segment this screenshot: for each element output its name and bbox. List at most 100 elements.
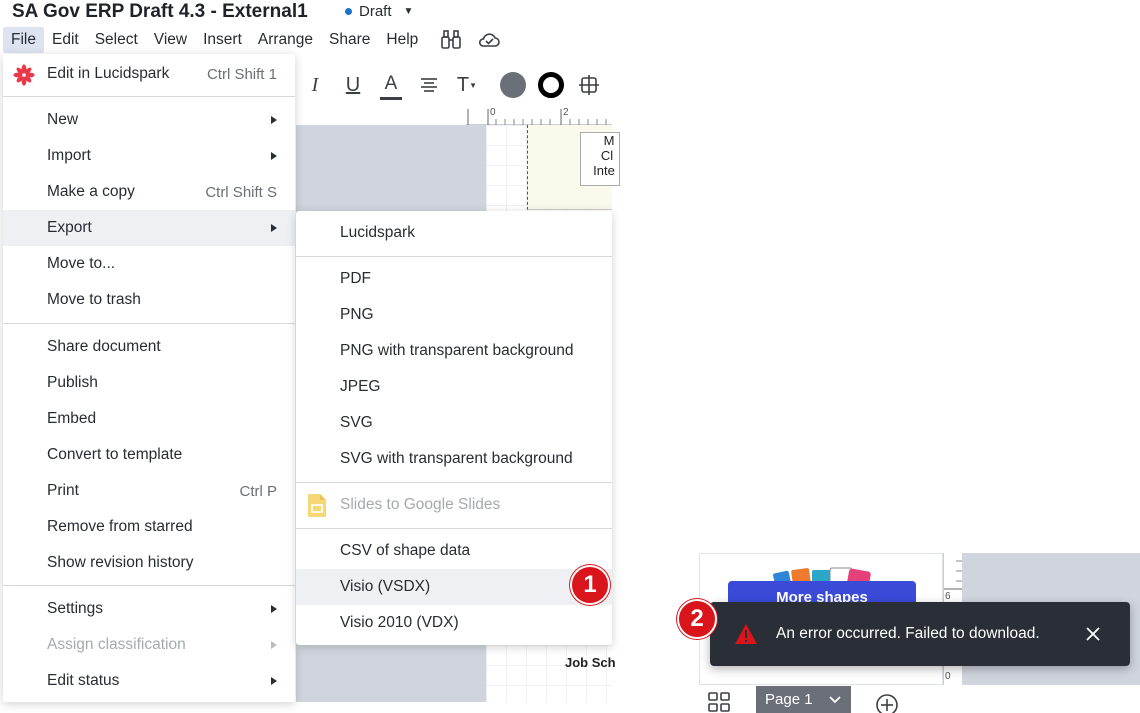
export-svg[interactable]: SVG bbox=[296, 405, 612, 441]
menu-insert[interactable]: Insert bbox=[195, 27, 250, 53]
align-button[interactable] bbox=[410, 67, 448, 103]
status-label: Draft bbox=[359, 3, 392, 20]
text-type-label: T bbox=[456, 73, 470, 96]
text-color-button[interactable]: A bbox=[380, 70, 402, 100]
file-menu-settings[interactable]: Settings bbox=[3, 591, 295, 627]
file-menu-convert-to-template[interactable]: Convert to template bbox=[3, 437, 295, 473]
export-png-transparent[interactable]: PNG with transparent background bbox=[296, 333, 612, 369]
page-grid-icon[interactable] bbox=[708, 692, 730, 712]
app-window: SA Gov ERP Draft 4.3 - External1 Draft ▼… bbox=[0, 0, 1140, 713]
menu-help[interactable]: Help bbox=[378, 27, 426, 53]
shape-text-line: M bbox=[603, 133, 615, 148]
menu-bar: File Edit Select View Insert Arrange Sha… bbox=[0, 26, 502, 54]
submenu-arrow-icon bbox=[271, 677, 277, 685]
menu-item-shortcut: Ctrl Shift 1 bbox=[206, 65, 277, 83]
horizontal-ruler: 0 2 bbox=[466, 107, 612, 125]
shape-text-line: Cl bbox=[600, 148, 614, 163]
toast-message: An error occurred. Failed to download. bbox=[776, 625, 1040, 642]
export-csv-shape-data[interactable]: CSV of shape data bbox=[296, 533, 612, 569]
chevron-down-icon: ▼ bbox=[403, 6, 414, 17]
menu-item-label: Move to trash bbox=[47, 291, 141, 308]
status-dot-icon bbox=[345, 8, 352, 15]
error-toast: An error occurred. Failed to download. bbox=[710, 602, 1130, 666]
export-pdf[interactable]: PDF bbox=[296, 261, 612, 297]
crop-button[interactable] bbox=[570, 67, 608, 103]
menu-divider bbox=[296, 482, 612, 483]
menu-item-label: Slides to Google Slides bbox=[340, 496, 501, 513]
menu-divider bbox=[3, 323, 295, 324]
menu-item-shortcut: Ctrl Shift S bbox=[205, 183, 277, 201]
menu-item-shortcut: Ctrl P bbox=[239, 482, 278, 500]
menu-edit[interactable]: Edit bbox=[44, 27, 87, 53]
export-svg-transparent[interactable]: SVG with transparent background bbox=[296, 441, 612, 477]
close-icon[interactable] bbox=[1082, 623, 1104, 645]
ruler-tick-label: 0 bbox=[490, 107, 496, 118]
file-menu-print[interactable]: Print Ctrl P bbox=[3, 473, 295, 509]
file-menu: Edit in Lucidspark Ctrl Shift 1 New Impo… bbox=[3, 54, 295, 702]
status-dropdown[interactable]: Draft ▼ bbox=[345, 3, 413, 20]
export-png[interactable]: PNG bbox=[296, 297, 612, 333]
export-lucidspark[interactable]: Lucidspark bbox=[296, 215, 612, 251]
fill-color-swatch[interactable] bbox=[500, 72, 526, 98]
export-visio-vdx[interactable]: Visio 2010 (VDX) bbox=[296, 605, 612, 641]
menu-arrange[interactable]: Arrange bbox=[250, 27, 321, 53]
italic-button[interactable]: I bbox=[296, 67, 334, 103]
shape-text-line: Inte bbox=[593, 163, 615, 178]
align-center-icon bbox=[421, 78, 437, 92]
file-menu-export[interactable]: Export bbox=[3, 210, 295, 246]
submenu-arrow-icon bbox=[271, 116, 277, 124]
export-jpeg[interactable]: JPEG bbox=[296, 369, 612, 405]
menu-item-label: Remove from starred bbox=[47, 518, 193, 535]
binoculars-icon[interactable] bbox=[438, 28, 464, 52]
file-menu-edit-in-lucidspark[interactable]: Edit in Lucidspark Ctrl Shift 1 bbox=[3, 56, 295, 92]
file-menu-move-to-trash[interactable]: Move to trash bbox=[3, 282, 295, 318]
page-tab-current[interactable]: Page 1 bbox=[756, 686, 851, 713]
text-options-button[interactable]: T ▼ bbox=[448, 67, 486, 103]
menu-item-label: Publish bbox=[47, 374, 98, 391]
menu-share[interactable]: Share bbox=[321, 27, 378, 53]
submenu-arrow-icon bbox=[271, 152, 277, 160]
menu-select[interactable]: Select bbox=[87, 27, 146, 53]
add-page-icon[interactable] bbox=[875, 693, 899, 713]
file-menu-remove-from-starred[interactable]: Remove from starred bbox=[3, 509, 295, 545]
menu-divider bbox=[296, 528, 612, 529]
file-menu-share-document[interactable]: Share document bbox=[3, 329, 295, 365]
warning-icon bbox=[735, 624, 757, 644]
menu-item-label: Edit status bbox=[47, 672, 120, 689]
menu-view[interactable]: View bbox=[146, 27, 195, 53]
file-menu-show-revision-history[interactable]: Show revision history bbox=[3, 545, 295, 581]
lucidspark-icon bbox=[13, 64, 35, 86]
document-title[interactable]: SA Gov ERP Draft 4.3 - External1 bbox=[12, 1, 308, 23]
menu-item-label: Embed bbox=[47, 410, 97, 427]
canvas-process-shape[interactable]: M Cl Inte bbox=[580, 132, 620, 186]
underline-button[interactable]: U bbox=[334, 67, 372, 103]
menu-item-label: Edit in Lucidspark bbox=[47, 65, 170, 82]
file-menu-new[interactable]: New bbox=[3, 102, 295, 138]
file-menu-edit-status[interactable]: Edit status bbox=[3, 663, 295, 699]
menu-item-label: Show revision history bbox=[47, 554, 194, 571]
submenu-arrow-icon bbox=[271, 605, 277, 613]
menu-item-label: Share document bbox=[47, 338, 161, 355]
ruler-tick-label: 6 bbox=[945, 591, 951, 602]
file-menu-assign-classification: Assign classification bbox=[3, 627, 295, 663]
menu-item-label: Export bbox=[47, 219, 92, 236]
file-menu-move-to[interactable]: Move to... bbox=[3, 246, 295, 282]
export-visio-vsdx[interactable]: Visio (VSDX) bbox=[296, 569, 612, 605]
export-google-slides: Slides to Google Slides bbox=[296, 487, 612, 523]
submenu-arrow-icon bbox=[271, 641, 277, 649]
menu-item-label: Move to... bbox=[47, 255, 116, 272]
menu-item-label: Print bbox=[47, 482, 79, 499]
file-menu-make-a-copy[interactable]: Make a copy Ctrl Shift S bbox=[3, 174, 295, 210]
frame-icon bbox=[579, 75, 599, 95]
page-tab-label: Page 1 bbox=[765, 691, 813, 708]
file-menu-import[interactable]: Import bbox=[3, 138, 295, 174]
menu-item-label: Make a copy bbox=[47, 183, 135, 200]
menu-file[interactable]: File bbox=[3, 27, 44, 53]
file-menu-publish[interactable]: Publish bbox=[3, 365, 295, 401]
menu-item-label: Import bbox=[47, 147, 91, 164]
line-color-swatch[interactable] bbox=[538, 72, 564, 98]
file-menu-embed[interactable]: Embed bbox=[3, 401, 295, 437]
format-toolbar: I U A T ▼ bbox=[296, 62, 612, 108]
cloud-check-icon[interactable] bbox=[476, 28, 502, 52]
menu-item-label: Settings bbox=[47, 600, 104, 617]
